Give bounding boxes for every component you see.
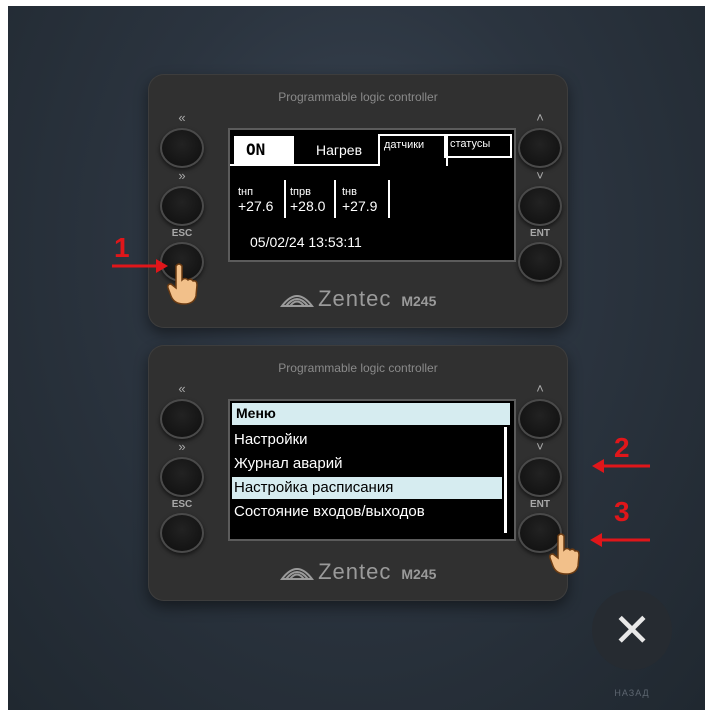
ent-button[interactable] xyxy=(518,242,562,282)
brand-name: Zentec xyxy=(318,286,392,311)
ent-label: ENT xyxy=(530,499,550,510)
down-icon: ˅ xyxy=(536,168,544,183)
down-icon: ˅ xyxy=(536,439,544,454)
divider xyxy=(388,180,390,218)
menu-item[interactable]: Состояние входов/выходов xyxy=(234,503,425,520)
model-name: M245 xyxy=(401,293,437,309)
zentec-logo-icon xyxy=(279,295,314,307)
status-on: ON xyxy=(246,140,266,159)
brand-name: Zentec xyxy=(318,559,392,584)
sensor-name: tнп xyxy=(238,186,254,198)
down-button[interactable] xyxy=(518,457,562,497)
hand-pointer-icon xyxy=(549,533,580,575)
hand-pointer-icon xyxy=(167,263,198,305)
up-icon: ˄ xyxy=(536,110,544,125)
close-button[interactable]: ✕ xyxy=(592,590,672,670)
datetime: 05/02/24 13:53:11 xyxy=(250,234,362,250)
status-box: ON xyxy=(234,136,294,164)
scrollbar[interactable] xyxy=(504,427,507,533)
divider xyxy=(284,180,286,218)
sensor-block: tпрв +28.0 xyxy=(290,186,325,214)
menu-title: Меню xyxy=(236,405,276,421)
arrow-left-icon xyxy=(590,533,650,547)
sensor-block: tнв +27.9 xyxy=(342,186,377,214)
model-name: M245 xyxy=(401,566,437,582)
menu-item-selected[interactable]: Настройка расписания xyxy=(232,477,502,499)
arrow-right-icon xyxy=(112,259,168,273)
plc-title: Programmable logic controller xyxy=(278,361,438,375)
menu-item-label: Настройка расписания xyxy=(234,479,394,496)
up-button[interactable] xyxy=(518,399,562,439)
prev-button[interactable] xyxy=(160,399,204,439)
sensor-block: tнп +27.6 xyxy=(238,186,273,214)
next-icon: » xyxy=(178,439,186,454)
tab-sensors[interactable]: датчики xyxy=(378,134,448,166)
up-icon: ˄ xyxy=(536,381,544,396)
sensor-value: +27.6 xyxy=(238,198,274,214)
ent-label: ENT xyxy=(530,228,550,239)
esc-label: ESC xyxy=(171,228,193,239)
zentec-logo-icon xyxy=(279,568,314,580)
step-number-3: 3 xyxy=(614,496,630,527)
tab-sensors-label: датчики xyxy=(384,139,425,151)
divider xyxy=(334,180,336,218)
sensor-value: +27.9 xyxy=(342,198,378,214)
close-icon: ✕ xyxy=(612,604,652,656)
arrow-left-icon xyxy=(592,459,650,473)
menu-title-bar: Меню xyxy=(232,403,510,425)
tab-statuses-label: статусы xyxy=(450,138,491,150)
menu-item[interactable]: Настройки xyxy=(234,431,308,448)
plc-panel-bottom: Programmable logic controller « » ESC ˄ … xyxy=(148,345,568,601)
tab-statuses[interactable]: статусы xyxy=(444,134,512,158)
prev-button[interactable] xyxy=(160,128,204,168)
menu-item[interactable]: Журнал аварий xyxy=(234,455,343,472)
plc-panel-top: Programmable logic controller « » ESC ˄ … xyxy=(148,74,568,328)
mode-label: Нагрев xyxy=(316,142,363,158)
down-button[interactable] xyxy=(518,186,562,226)
up-button[interactable] xyxy=(518,128,562,168)
lcd-screen-main: ON Нагрев датчики статусы tнп +27.6 tпрв… xyxy=(228,128,516,262)
lcd-screen-menu: Меню Настройки Журнал аварий Настройка р… xyxy=(228,399,516,541)
plc-title: Programmable logic controller xyxy=(278,90,438,104)
esc-label: ESC xyxy=(171,499,193,510)
next-button[interactable] xyxy=(160,457,204,497)
esc-button[interactable] xyxy=(160,513,204,553)
prev-icon: « xyxy=(178,381,186,396)
next-icon: » xyxy=(178,168,186,183)
sensor-value: +28.0 xyxy=(290,198,326,214)
back-label: НАЗАД xyxy=(614,688,650,698)
divider xyxy=(230,164,380,166)
divider xyxy=(444,156,512,158)
brand-logo: Zentec M245 xyxy=(148,559,568,585)
brand-logo: Zentec M245 xyxy=(148,286,568,312)
prev-icon: « xyxy=(178,110,186,125)
sensor-name: tнв xyxy=(342,186,357,198)
next-button[interactable] xyxy=(160,186,204,226)
sensor-name: tпрв xyxy=(290,186,311,198)
